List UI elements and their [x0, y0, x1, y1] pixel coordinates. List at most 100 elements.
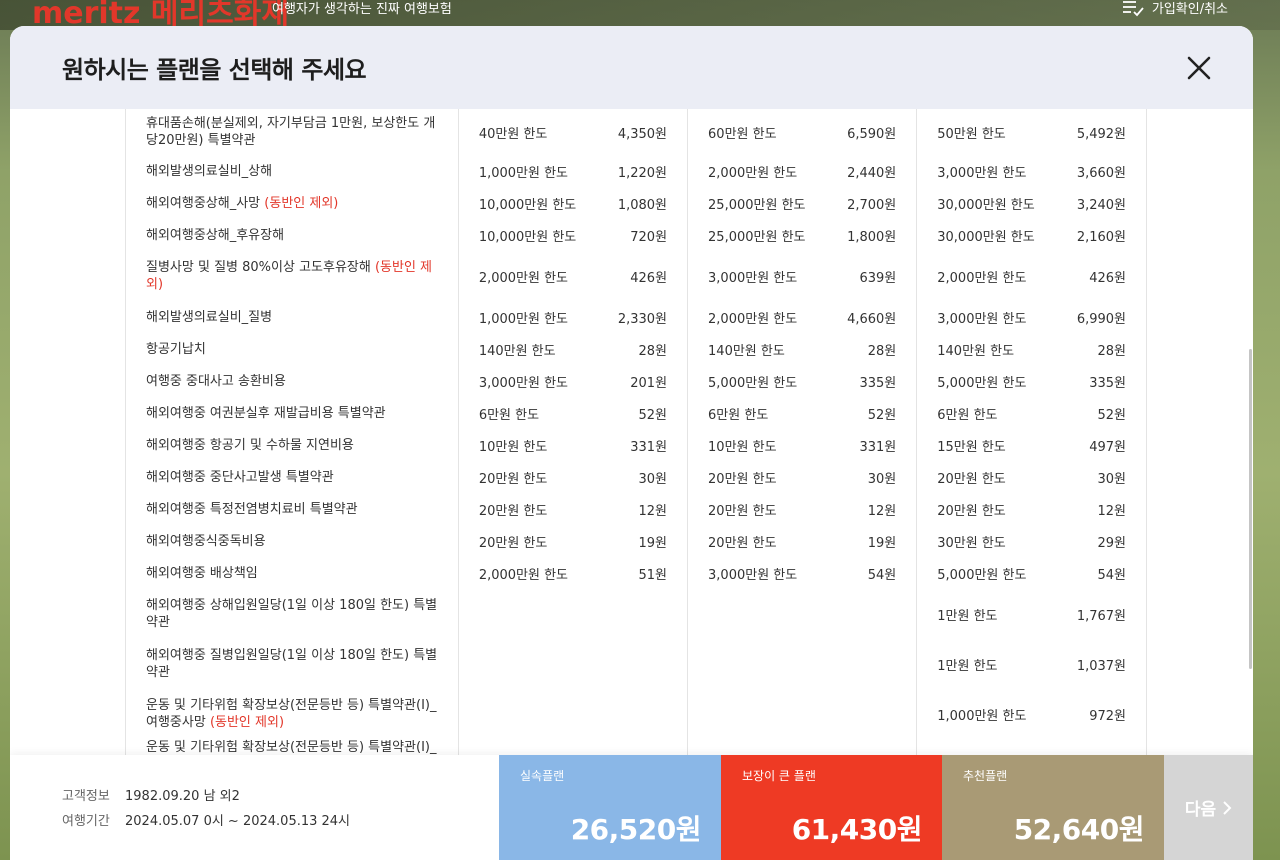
coverage-name-text: 질병사망 및 질병 80%이상 고도후유장해 [146, 260, 375, 275]
coverage-premium: 3,660원 [1076, 165, 1126, 181]
plan-cell-p3: 5,000만원 한도 54원 [916, 557, 1146, 589]
plan-option-economy[interactable]: 실속플랜 26,520원 [499, 755, 721, 860]
list-check-icon [1122, 0, 1144, 17]
next-button-label: 다음 [1184, 800, 1217, 820]
plan-option-recommended[interactable]: 추천플랜 52,640원 [942, 755, 1164, 860]
coverage-name: 해외여행중식중독비용 [126, 525, 458, 557]
coverage-limit: 25,000만원 한도 [708, 197, 806, 213]
coverage-limit: 20만원 한도 [478, 535, 548, 551]
plan-cell-p1: 20만원 한도 12원 [457, 493, 688, 525]
plan-cell-p1 [457, 739, 688, 755]
subscription-check-link[interactable]: 가입확인/취소 [1122, 0, 1228, 17]
coverage-premium: 335원 [1089, 375, 1126, 391]
coverage-row: 해외여행중상해_사망 (동반인 제외) 10,000만원 한도 1,080원 25,0… [126, 187, 1146, 219]
coverage-premium: 331원 [630, 439, 668, 455]
plan-cell-p3: 50만원 한도 5,492원 [916, 109, 1146, 155]
coverage-row: 해외여행중 중단사고발생 특별약관 20만원 한도 30원 20만원 한도 30원 20만… [126, 461, 1146, 493]
plan-cell-p2: 20만원 한도 12원 [687, 493, 917, 525]
coverage-limit: 60만원 한도 [708, 126, 777, 142]
plan-option-large-coverage[interactable]: 보장이 큰 플랜 61,430원 [721, 755, 942, 860]
coverage-row: 해외여행중 배상책임 2,000만원 한도 51원 3,000만원 한도 54원 5,00… [126, 557, 1146, 589]
coverage-premium: 54원 [867, 567, 897, 583]
coverage-limit: 5,000만원 한도 [708, 375, 798, 391]
coverage-premium: 51원 [638, 567, 668, 583]
coverage-name: 해외여행중 중단사고발생 특별약관 [126, 461, 458, 493]
coverage-premium: 6,990원 [1076, 311, 1126, 327]
coverage-name: 휴대품손해(분실제외, 자기부담금 1만원, 보상한도 개당20만원) 특별약관 [126, 109, 458, 155]
companion-excluded-tag: (동반인 제외) [264, 195, 339, 211]
next-button[interactable]: 다음 [1164, 755, 1253, 860]
coverage-limit: 140만원 한도 [937, 343, 1015, 359]
coverage-name-text: 해외발생의료실비_상해 [146, 163, 273, 179]
plan-cell-p1: 6만원 한도 52원 [457, 397, 688, 429]
coverage-limit: 20만원 한도 [708, 471, 777, 487]
coverage-row: 여행중 중대사고 송환비용 3,000만원 한도 201원 5,000만원 한도 335… [126, 365, 1146, 397]
coverage-row: 운동 및 기타위험 확장보상(전문등반 등) 특별약관(I)_ [126, 739, 1146, 755]
plan-select-modal: 원하시는 플랜을 선택해 주세요 휴대품손해(분실제외, 자기부담금 1만원, … [10, 26, 1253, 860]
coverage-name: 해외여행중 질병입원일당(1일 이상 180일 한도) 특별약관 [126, 639, 458, 689]
customer-info: 고객정보 1982.09.20 남 외2 여행기간 2024.05.07 0시 … [62, 785, 350, 835]
header-tagline: 여행자가 생각하는 진짜 여행보험 [272, 2, 452, 17]
coverage-limit: 6만원 한도 [937, 407, 998, 423]
coverage-premium: 12원 [1097, 503, 1126, 519]
plan-cell-p3: 2,000만원 한도 426원 [916, 251, 1146, 301]
plan-cell-p3: 15만원 한도 497원 [916, 429, 1146, 461]
plan-cell-p3: 3,000만원 한도 3,660원 [916, 155, 1146, 187]
coverage-limit: 10,000만원 한도 [478, 229, 577, 245]
coverage-premium: 201원 [630, 375, 668, 391]
coverage-premium: 52원 [1097, 407, 1126, 423]
coverage-limit: 2,000만원 한도 [478, 567, 569, 583]
coverage-name-text: 해외여행중 중단사고발생 특별약관 [146, 469, 334, 485]
plan-cell-p2: 140만원 한도 28원 [687, 333, 917, 365]
coverage-limit: 3,000만원 한도 [937, 311, 1027, 327]
coverage-limit: 6만원 한도 [708, 407, 769, 423]
plan-price: 61,430원 [791, 813, 923, 846]
plan-name: 보장이 큰 플랜 [742, 769, 816, 783]
chevron-right-icon [1223, 800, 1232, 815]
coverage-premium: 720원 [630, 229, 668, 245]
coverage-name: 여행중 중대사고 송환비용 [126, 365, 458, 397]
coverage-name: 해외여행중 여권분실후 재발급비용 특별약관 [126, 397, 458, 429]
plan-price: 26,520원 [570, 813, 702, 846]
coverage-limit: 20만원 한도 [937, 471, 1006, 487]
coverage-limit: 1만원 한도 [937, 658, 998, 674]
close-button[interactable] [1185, 54, 1213, 82]
coverage-limit: 10만원 한도 [478, 439, 548, 455]
coverage-premium: 29원 [1097, 535, 1126, 551]
plan-cell-p3: 20만원 한도 30원 [916, 461, 1146, 493]
coverage-premium: 4,660원 [847, 311, 897, 327]
coverage-row: 해외발생의료실비_상해 1,000만원 한도 1,220원 2,000만원 한도 2,4… [126, 155, 1146, 187]
coverage-name-text: 해외여행중 배상책임 [146, 565, 258, 581]
coverage-premium: 426원 [1089, 270, 1126, 286]
coverage-premium: 2,160원 [1076, 229, 1126, 245]
scrollbar[interactable] [1249, 349, 1252, 669]
coverage-name: 해외발생의료실비_질병 [126, 301, 458, 333]
plan-cell-p2: 6만원 한도 52원 [687, 397, 917, 429]
plan-cell-p1: 2,000만원 한도 51원 [457, 557, 688, 589]
coverage-name: 질병사망 및 질병 80%이상 고도후유장해 (동반인 제외) [126, 251, 458, 301]
modal-header: 원하시는 플랜을 선택해 주세요 [10, 26, 1253, 109]
coverage-row: 항공기납치 140만원 한도 28원 140만원 한도 28원 140만원 한도 28원 [126, 333, 1146, 365]
coverage-name: 항공기납치 [126, 333, 458, 365]
coverage-premium: 639원 [859, 270, 897, 286]
plan-cell-p3: 30,000만원 한도 2,160원 [916, 219, 1146, 251]
coverage-premium: 52원 [867, 407, 897, 423]
plan-cell-p2: 60만원 한도 6,590원 [687, 109, 917, 155]
plan-cell-p3: 5,000만원 한도 335원 [916, 365, 1146, 397]
coverage-table: 휴대품손해(분실제외, 자기부담금 1만원, 보상한도 개당20만원) 특별약관… [126, 109, 1146, 755]
modal-body[interactable]: 휴대품손해(분실제외, 자기부담금 1만원, 보상한도 개당20만원) 특별약관… [10, 109, 1253, 755]
coverage-name: 해외발생의료실비_상해 [126, 155, 458, 187]
plan-cell-p3: 140만원 한도 28원 [916, 333, 1146, 365]
coverage-premium: 19원 [638, 535, 668, 551]
coverage-limit: 10만원 한도 [708, 439, 777, 455]
coverage-premium: 335원 [859, 375, 897, 391]
coverage-name-text: 여행중 중대사고 송환비용 [146, 373, 286, 389]
coverage-limit: 5,000만원 한도 [937, 375, 1027, 391]
coverage-premium: 30원 [867, 471, 897, 487]
coverage-row: 해외여행중 특정전염병치료비 특별약관 20만원 한도 12원 20만원 한도 12원 2… [126, 493, 1146, 525]
plan-cell-p2: 3,000만원 한도 54원 [687, 557, 917, 589]
coverage-limit: 3,000만원 한도 [708, 567, 798, 583]
coverage-premium: 12원 [867, 503, 897, 519]
coverage-row: 해외발생의료실비_질병 1,000만원 한도 2,330원 2,000만원 한도 4,6… [126, 301, 1146, 333]
coverage-row: 질병사망 및 질병 80%이상 고도후유장해 (동반인 제외) 2,000만원 한… [126, 251, 1146, 301]
